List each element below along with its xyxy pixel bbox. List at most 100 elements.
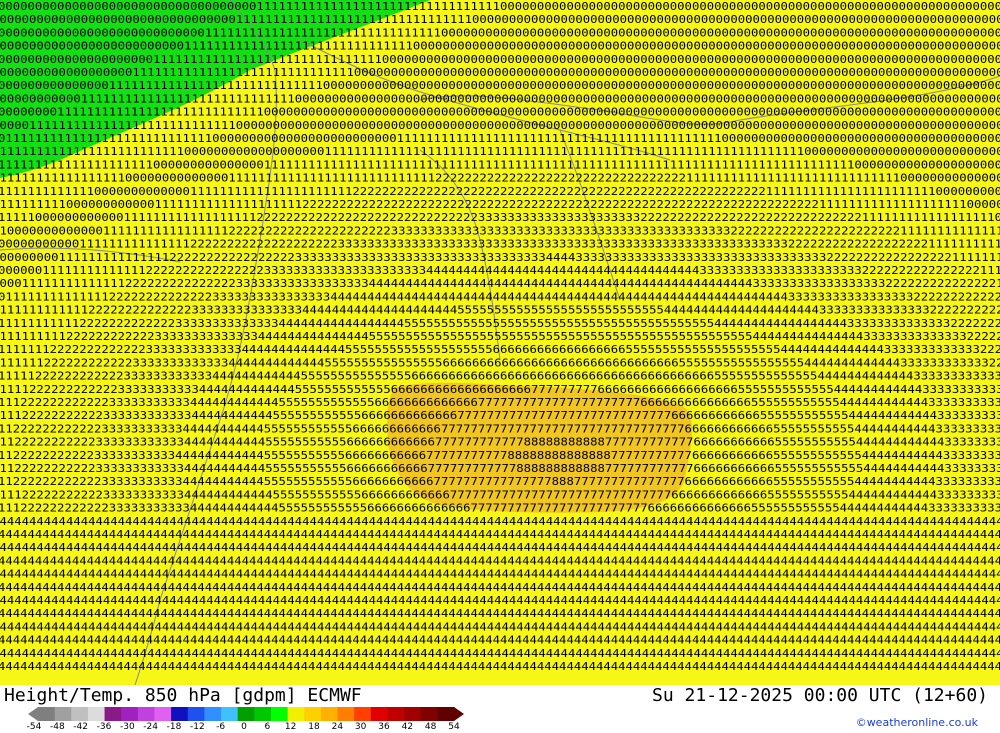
color-scale-tick: -48 (49, 722, 65, 732)
contour-digit-row: 4444444444444444444444444444444444444444… (0, 660, 1000, 673)
contour-digit-row: 1112222222222223333333333344444444444455… (0, 502, 1000, 515)
contour-digit-row: 0000000000000000001111111111111111111111… (0, 66, 1000, 79)
color-scale-swatch (404, 707, 422, 721)
contour-digit-row: 1111222222222222333333333334444444444444… (0, 383, 1000, 396)
color-scale-swatch (221, 707, 239, 721)
contour-digit-row: 1122222222222233333333333444444444445555… (0, 475, 1000, 488)
color-scale-tick: -30 (119, 722, 135, 732)
temperature-field: 0000000000000000000000000000000000011111… (0, 0, 1000, 685)
contour-digit-row: 1112222222222223333333333344444444444455… (0, 396, 1000, 409)
color-scale-swatch (154, 707, 172, 721)
contour-digit-row: 1111100000000000011111111111111111122222… (0, 211, 1000, 224)
contour-digit-row: 0000000000011111111111111111111111111111… (0, 92, 1000, 105)
color-scale-tick: 24 (331, 722, 344, 732)
contour-digit-row: 0000000011111111111111122222222222222222… (0, 251, 1000, 264)
color-scale-swatch (387, 707, 405, 721)
contour-digit-row: 1122222222222333333333333444444444445555… (0, 462, 1000, 475)
contour-digit-row: 4444444444444444444444444444444444444444… (0, 554, 1000, 567)
contour-digit-row: 0000000000000000000000000000111111111111… (0, 26, 1000, 39)
contour-digit-row: 0111111111111111111111111111100000000000… (0, 132, 1000, 145)
contour-digit-row: 0000000000000000000000000000000011111111… (0, 13, 1000, 26)
color-scale-swatch (54, 707, 72, 721)
contour-digit-row: 0001111111111111122222222222222233333333… (0, 277, 1000, 290)
contour-digit-row: 1000000000000011111111111111111222222222… (0, 224, 1000, 237)
color-scale-swatch (270, 707, 289, 721)
contour-digit-row: 4444444444444444444444444444444444444444… (0, 541, 1000, 554)
color-scale-swatch (420, 707, 438, 721)
color-scale-tick: 48 (424, 722, 437, 732)
color-scale-tick: -18 (166, 722, 182, 732)
color-scale-tick: 0 (241, 722, 247, 732)
color-scale-swatch (121, 707, 139, 721)
contour-digit-row: 4444444444444444444444444444444444444444… (0, 515, 1000, 528)
color-scale-swatch (87, 707, 106, 721)
color-scale-left-arrow (28, 707, 38, 721)
valid-time: Su 21-12-2025 00:00 UTC (12+60) (652, 685, 988, 706)
color-scale-swatch (104, 707, 122, 721)
color-scale-tick: 54 (448, 722, 460, 732)
map-footer: Height/Temp. 850 hPa [gdpm] ECMWF Su 21-… (0, 685, 1000, 733)
color-scale-bar (28, 707, 464, 721)
color-scale-ticks: -54 -48 -42 -36 -30 -24 -18 -12 -6 0 6 12 18 24 30 36 42… (27, 722, 474, 732)
contour-digit-row: 0111111111111112222222222222233333333333… (0, 290, 1000, 303)
contour-digit-row: 0000000000011111111111111122222222222222… (0, 238, 1000, 251)
color-scale-swatch (254, 707, 272, 721)
color-scale-swatch (304, 707, 322, 721)
color-scale-swatch (354, 707, 372, 721)
credit-link[interactable]: ©weatheronline.co.uk (856, 717, 978, 729)
color-scale-swatch (38, 707, 56, 721)
contour-digit-row: 1122222222222233333333333444444444445555… (0, 422, 1000, 435)
contour-digit-row: 1111111112222222222223333333333333344444… (0, 330, 1000, 343)
color-scale-tick: 12 (284, 722, 297, 732)
contour-digit-row: 0000000000000000000000000000000000011111… (0, 0, 1000, 13)
contour-digit-row: 0000000000000000000000000111111111111111… (0, 40, 1000, 53)
color-scale-tick: 36 (378, 722, 390, 732)
color-scale-tick: -12 (189, 722, 205, 732)
color-scale-tick: 42 (401, 722, 414, 732)
color-scale-swatch (337, 707, 355, 721)
color-scale-tick: 30 (354, 722, 367, 732)
contour-digit-row: 1111111111112222222222222233333333333333… (0, 304, 1000, 317)
color-scale-swatch (370, 707, 388, 721)
color-scale-swatch (437, 707, 455, 721)
contour-digit-row: 4444444444444444444444444444444444444444… (0, 568, 1000, 581)
contour-digit-row: 4444444444444444444444444444444444444444… (0, 634, 1000, 647)
contour-digit-row: 1111111111111000000000000011111111111111… (0, 185, 1000, 198)
contour-digit-row: 4444444444444444444444444444444444444444… (0, 620, 1000, 633)
contour-digit-row: 0000001111111111111122222222222222223333… (0, 264, 1000, 277)
contour-digit-row: 4444444444444444444444444444444444444444… (0, 581, 1000, 594)
color-scale-swatch (287, 707, 305, 721)
color-scale-swatch (320, 707, 339, 721)
contour-digit-row: 1112222222222233333333333344444444444555… (0, 409, 1000, 422)
color-scale-swatch (137, 707, 155, 721)
contour-digit-row: 0000111111111111111111111111111100000000… (0, 119, 1000, 132)
color-scale-swatch (171, 707, 189, 721)
contour-digit-row: 1122222222222333333333334444444444445555… (0, 449, 1000, 462)
color-scale-tick: -24 (143, 722, 159, 732)
contour-digit-row: 1111111111122222222222223333333333333344… (0, 317, 1000, 330)
color-scale-tick: 18 (308, 722, 320, 732)
contour-digit-row: 1122222222222333333333333444444444445555… (0, 436, 1000, 449)
contour-digit-row: 1112222222222233333333333444444444444555… (0, 488, 1000, 501)
contour-digit-row: 1111111111111111100000000000000111111111… (0, 172, 1000, 185)
color-scale-right-arrow (454, 707, 464, 721)
color-scale-swatch (187, 707, 205, 721)
contour-digit-row: 0000000000000001111111111111111111111111… (0, 79, 1000, 92)
map-title: Height/Temp. 850 hPa [gdpm] ECMWF (4, 685, 362, 706)
color-scale-tick: -6 (216, 722, 226, 732)
contour-digit-row: 0000000011111111111111111111111111110000… (0, 106, 1000, 119)
color-scale-tick: 6 (264, 722, 271, 732)
contour-digit-row: 1111111111111111111111111000000000000000… (0, 145, 1000, 158)
color-scale-swatch (237, 707, 255, 721)
color-scale-tick: -54 (26, 722, 42, 732)
weather-map: 0000000000000000000000000000000000011111… (0, 0, 1000, 685)
contour-digit-row: 4444444444444444444444444444444444444444… (0, 594, 1000, 607)
color-scale-tick: -42 (73, 722, 89, 732)
color-scale-swatch (71, 707, 89, 721)
contour-digit-row: 1111111111111111111110000000000000001111… (0, 158, 1000, 171)
contour-digit-field: 0000000000000000000000000000000000011111… (0, 0, 1000, 673)
contour-digit-row: 4444444444444444444444444444444444444444… (0, 607, 1000, 620)
contour-digit-row: 1111111110000000000001111111111111111111… (0, 198, 1000, 211)
contour-digit-row: 1111111222222222222233333333333334444444… (0, 343, 1000, 356)
contour-digit-row: 4444444444444444444444444444444444444444… (0, 528, 1000, 541)
